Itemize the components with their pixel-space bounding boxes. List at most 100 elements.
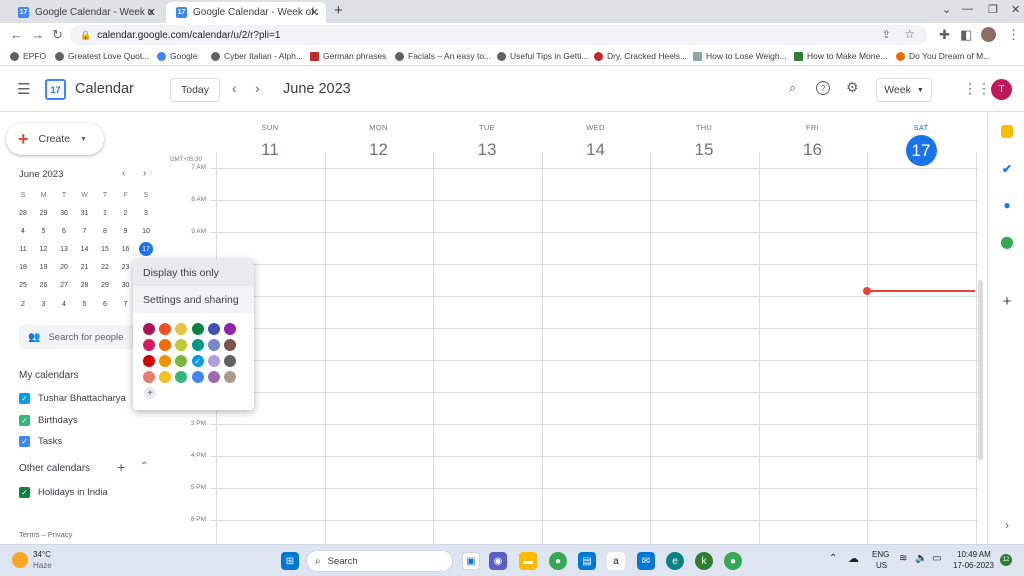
mini-day[interactable]: 18 (14, 259, 32, 277)
close-icon[interactable]: ✕ (310, 6, 319, 19)
day-date[interactable]: 12 (325, 135, 433, 165)
color-swatch[interactable] (159, 323, 172, 335)
mini-day[interactable]: 25 (14, 277, 32, 295)
clock-date[interactable]: 17-06-2023 (953, 561, 994, 570)
mini-day[interactable]: 14 (76, 240, 94, 258)
display-this-only-option[interactable]: Display this only (133, 259, 254, 286)
close-window-icon[interactable]: ✕ (1011, 3, 1020, 16)
edge-icon[interactable]: e (666, 552, 684, 570)
network-sync-icon[interactable]: ☁ (848, 552, 859, 565)
notification-badge[interactable]: 12 (1000, 554, 1012, 566)
wifi-icon[interactable]: ≋ (899, 553, 907, 564)
chrome-icon[interactable]: ● (549, 552, 567, 570)
day-header-tue[interactable]: TUE 13 (433, 112, 541, 165)
color-swatch[interactable] (159, 355, 172, 367)
color-swatch[interactable] (191, 371, 204, 383)
checkbox-checked-icon[interactable]: ✓ (19, 487, 30, 498)
mini-day[interactable]: 30 (55, 204, 73, 222)
mini-next-icon[interactable]: › (143, 168, 146, 179)
mini-day[interactable]: 1 (96, 204, 114, 222)
tasks-icon[interactable]: ✔ (1000, 162, 1014, 176)
region-label[interactable]: US (876, 561, 887, 570)
mini-day[interactable]: 6 (55, 222, 73, 240)
address-bar[interactable]: 🔒 calendar.google.com/calendar/u/2/r?pli… (70, 25, 927, 45)
mini-prev-icon[interactable]: ‹ (122, 168, 125, 179)
reload-icon[interactable]: ↻ (52, 27, 63, 43)
mini-day[interactable]: 16 (117, 240, 135, 258)
bookmark-item[interactable]: Cyber Italian - Alph... (211, 51, 303, 61)
keep-icon[interactable] (1001, 125, 1013, 138)
color-swatch[interactable] (224, 355, 236, 367)
mail-icon[interactable]: ✉ (637, 552, 655, 570)
footer-links[interactable]: Terms – Privacy (19, 530, 72, 539)
help-icon[interactable]: ? (816, 81, 830, 95)
color-swatch[interactable] (207, 355, 220, 367)
other-calendars-title[interactable]: Other calendars (19, 463, 90, 474)
minimize-icon[interactable]: — (962, 3, 973, 15)
color-swatch[interactable] (143, 355, 155, 367)
store-icon[interactable]: ▤ (578, 552, 596, 570)
mini-day[interactable]: 21 (76, 259, 94, 277)
star-icon[interactable]: ☆ (904, 27, 915, 41)
day-date[interactable]: 14 (542, 135, 650, 165)
checkbox-checked-icon[interactable]: ✓ (19, 415, 30, 426)
bookmark-item[interactable]: EPFO (10, 51, 46, 61)
checkbox-checked-icon[interactable]: ✓ (19, 393, 30, 404)
bookmark-item[interactable]: Facials – An easy to... (395, 51, 491, 61)
expand-panel-icon[interactable]: › (1000, 518, 1014, 532)
mini-day[interactable]: 19 (35, 259, 53, 277)
profile-avatar[interactable] (981, 27, 996, 42)
day-header-sat[interactable]: SAT 17 (867, 112, 975, 166)
amazon-icon[interactable]: a (607, 552, 625, 570)
weather-icon[interactable] (12, 552, 28, 568)
add-addon-icon[interactable]: + (1000, 293, 1014, 310)
day-date[interactable]: 15 (650, 135, 758, 165)
battery-icon[interactable]: ▭ (932, 553, 941, 564)
account-avatar[interactable]: T (991, 79, 1012, 100)
main-menu-icon[interactable]: ☰ (17, 80, 30, 98)
mini-day[interactable]: 23 (117, 259, 135, 277)
color-swatch-selected[interactable]: ✓ (191, 355, 204, 367)
mini-day[interactable]: 7 (76, 222, 94, 240)
settings-and-sharing-option[interactable]: Settings and sharing (133, 286, 254, 313)
add-custom-color-button[interactable]: + (144, 387, 156, 399)
day-header-wed[interactable]: WED 14 (542, 112, 650, 165)
color-swatch[interactable] (224, 371, 236, 383)
today-button[interactable]: Today (170, 78, 220, 102)
mini-day[interactable]: 5 (35, 222, 53, 240)
mini-day[interactable]: 10 (137, 222, 155, 240)
bookmark-item[interactable]: Greatest Love Quot... (55, 51, 149, 61)
mini-day[interactable]: 30 (117, 277, 135, 295)
mini-day[interactable]: 2 (14, 295, 32, 313)
maps-icon[interactable]: ⬤ (1000, 235, 1014, 249)
color-swatch[interactable] (159, 371, 172, 383)
color-swatch[interactable] (159, 339, 172, 351)
mini-day[interactable]: 29 (35, 204, 53, 222)
contacts-icon[interactable]: ● (1000, 198, 1014, 212)
new-tab-icon[interactable]: + (334, 2, 343, 19)
back-icon[interactable]: ← (10, 27, 23, 42)
color-swatch[interactable] (143, 339, 155, 351)
mini-day[interactable]: 17 (139, 242, 153, 257)
view-select-button[interactable]: Week ▼ (876, 78, 932, 102)
color-swatch[interactable] (207, 371, 220, 383)
bookmark-item[interactable]: Dry, Cracked Heels... (594, 51, 687, 61)
chevron-left-icon[interactable]: ‹ (232, 80, 237, 96)
mini-day[interactable]: 9 (117, 222, 135, 240)
my-calendars-title[interactable]: My calendars (19, 370, 78, 381)
mini-day[interactable]: 7 (117, 295, 135, 313)
color-swatch[interactable] (175, 339, 188, 351)
close-icon[interactable]: ✕ (147, 6, 156, 19)
mini-day[interactable]: 29 (96, 277, 114, 295)
day-header-sun[interactable]: SUN 11 (216, 112, 324, 165)
maximize-icon[interactable]: ❐ (988, 3, 998, 16)
mini-day[interactable]: 27 (55, 277, 73, 295)
day-date[interactable]: 13 (433, 135, 541, 165)
color-swatch[interactable] (207, 323, 220, 335)
gear-icon[interactable]: ⚙ (846, 79, 859, 96)
day-header-mon[interactable]: MON 12 (325, 112, 433, 165)
add-calendar-icon[interactable]: + (117, 459, 125, 475)
mini-day[interactable]: 6 (96, 295, 114, 313)
browser-tab-2[interactable]: 17 Google Calendar - Week of June ✕ (166, 2, 326, 23)
tray-chevron-icon[interactable]: ⌃ (829, 553, 837, 564)
